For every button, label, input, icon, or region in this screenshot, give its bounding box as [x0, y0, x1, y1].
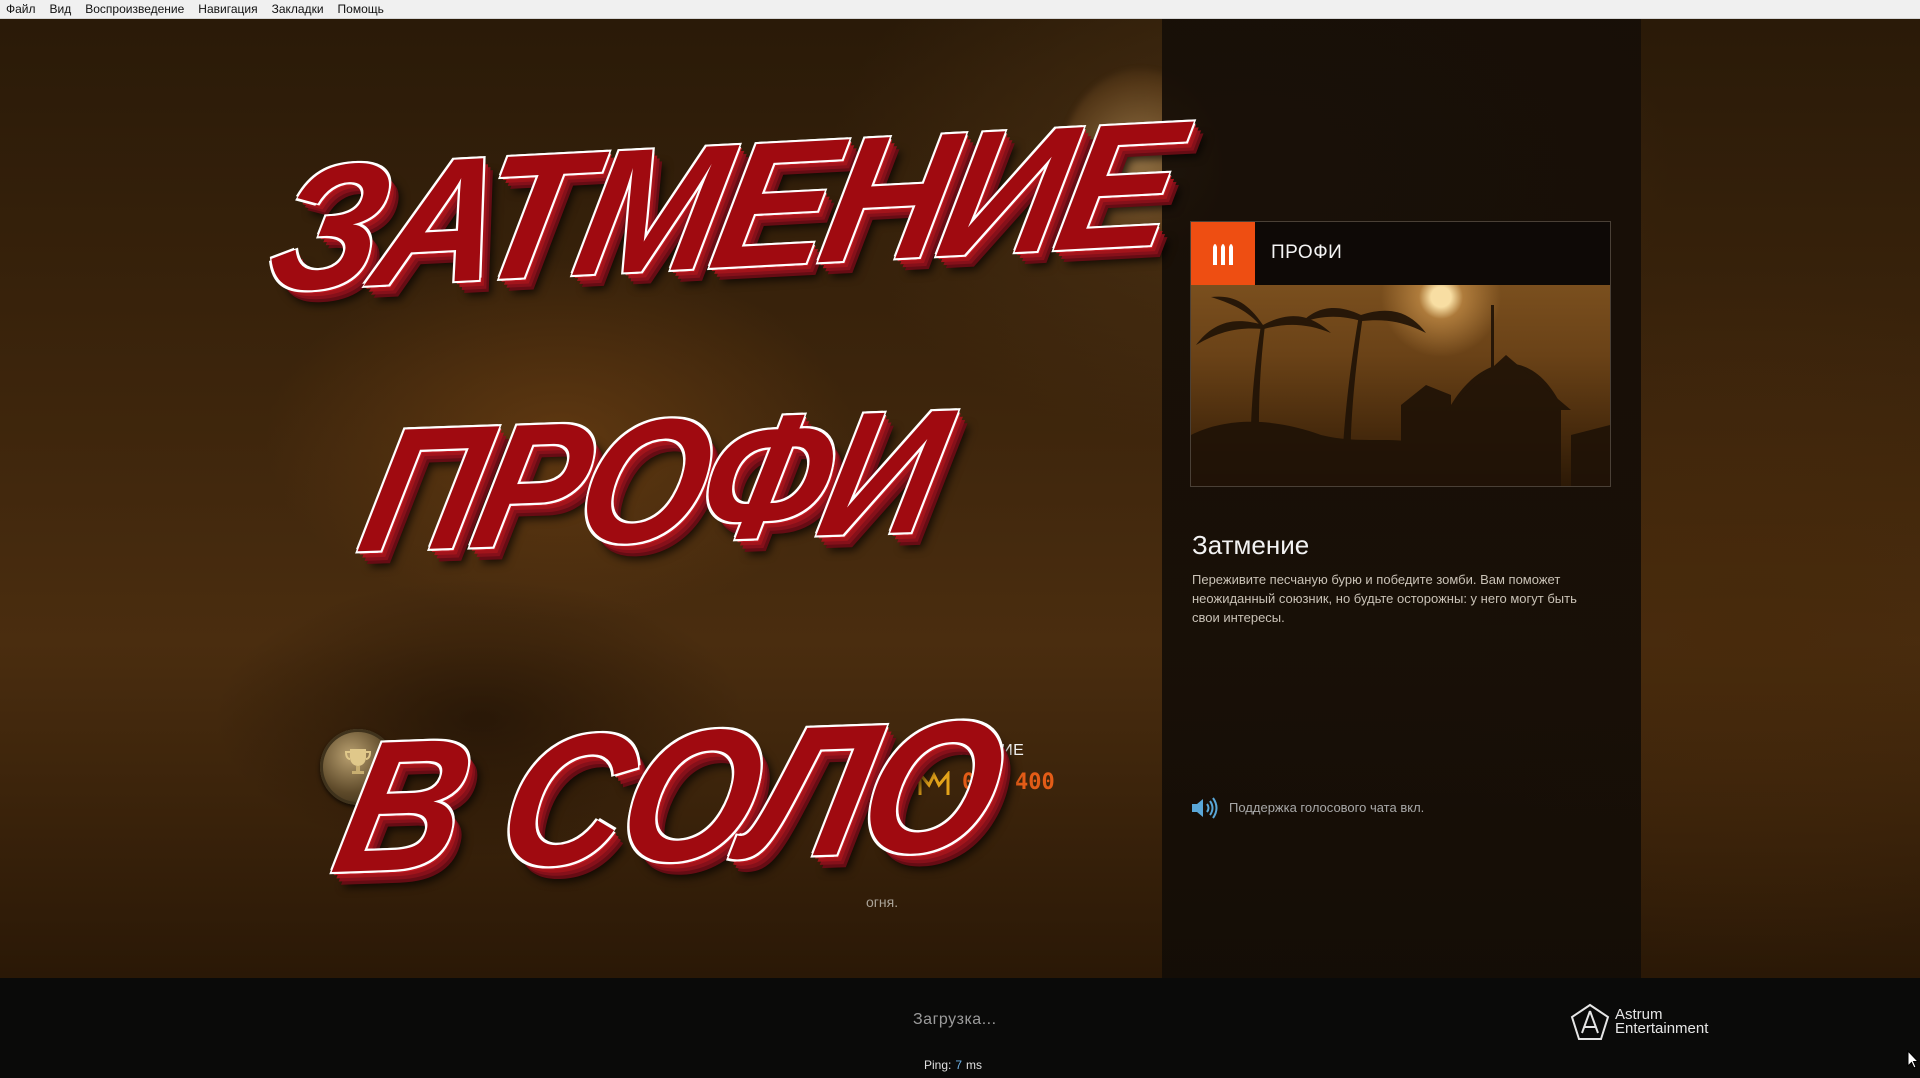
- menu-bar: Файл Вид Воспроизведение Навигация Закла…: [0, 0, 1920, 19]
- mission-title: Затмение: [1192, 530, 1310, 560]
- ping-readout: Ping: 7 ms: [924, 1058, 982, 1072]
- palm-hut-scene: [1191, 296, 1610, 486]
- bullets-icon: [1213, 243, 1233, 265]
- mission-description: Переживите песчаную бурю и победите зомб…: [1192, 572, 1577, 625]
- ping-label: Ping:: [924, 1058, 952, 1072]
- ping-unit: ms: [966, 1058, 983, 1072]
- speaker-icon: [1192, 797, 1218, 819]
- menu-playback[interactable]: Воспроизведение: [78, 0, 191, 18]
- menu-view[interactable]: Вид: [43, 0, 79, 18]
- loading-status: Загрузка...: [913, 1011, 997, 1028]
- menu-file[interactable]: Файл: [0, 0, 43, 18]
- menu-navigation[interactable]: Навигация: [191, 0, 264, 18]
- loading-background: ИСПЫТАНИЕ 0/2 400 огня. ЗАТМЕНИЕ ПРОФИ В…: [0, 19, 1920, 978]
- mode-header: ПРОФИ: [1191, 222, 1610, 285]
- video-viewport[interactable]: ИСПЫТАНИЕ 0/2 400 огня. ЗАТМЕНИЕ ПРОФИ В…: [0, 19, 1920, 1078]
- voice-chat-status: Поддержка голосового чата вкл.: [1229, 800, 1425, 815]
- thumbnail-line-3: В СОЛО: [319, 681, 1018, 913]
- menu-bookmarks[interactable]: Закладки: [265, 0, 331, 18]
- publisher-name: Astrum Entertainment: [1615, 1007, 1709, 1037]
- thumbnail-title: ЗАТМЕНИЕ ПРОФИ В СОЛО: [250, 84, 1191, 978]
- publisher-line-2: Entertainment: [1615, 1020, 1709, 1037]
- mission-preview-image: [1191, 285, 1610, 486]
- thumbnail-line-2: ПРОФИ: [346, 372, 960, 589]
- mode-badge: [1191, 222, 1255, 285]
- thumbnail-line-1: ЗАТМЕНИЕ: [255, 84, 1191, 330]
- mission-mode-card: ПРОФИ: [1190, 221, 1611, 487]
- ping-value: 7: [955, 1058, 963, 1072]
- mode-label: ПРОФИ: [1271, 242, 1343, 263]
- mission-info-panel: [1162, 19, 1641, 978]
- astrum-logo-icon: [1570, 1003, 1610, 1040]
- mouse-cursor-icon: [1907, 1050, 1919, 1069]
- menu-help[interactable]: Помощь: [331, 0, 391, 18]
